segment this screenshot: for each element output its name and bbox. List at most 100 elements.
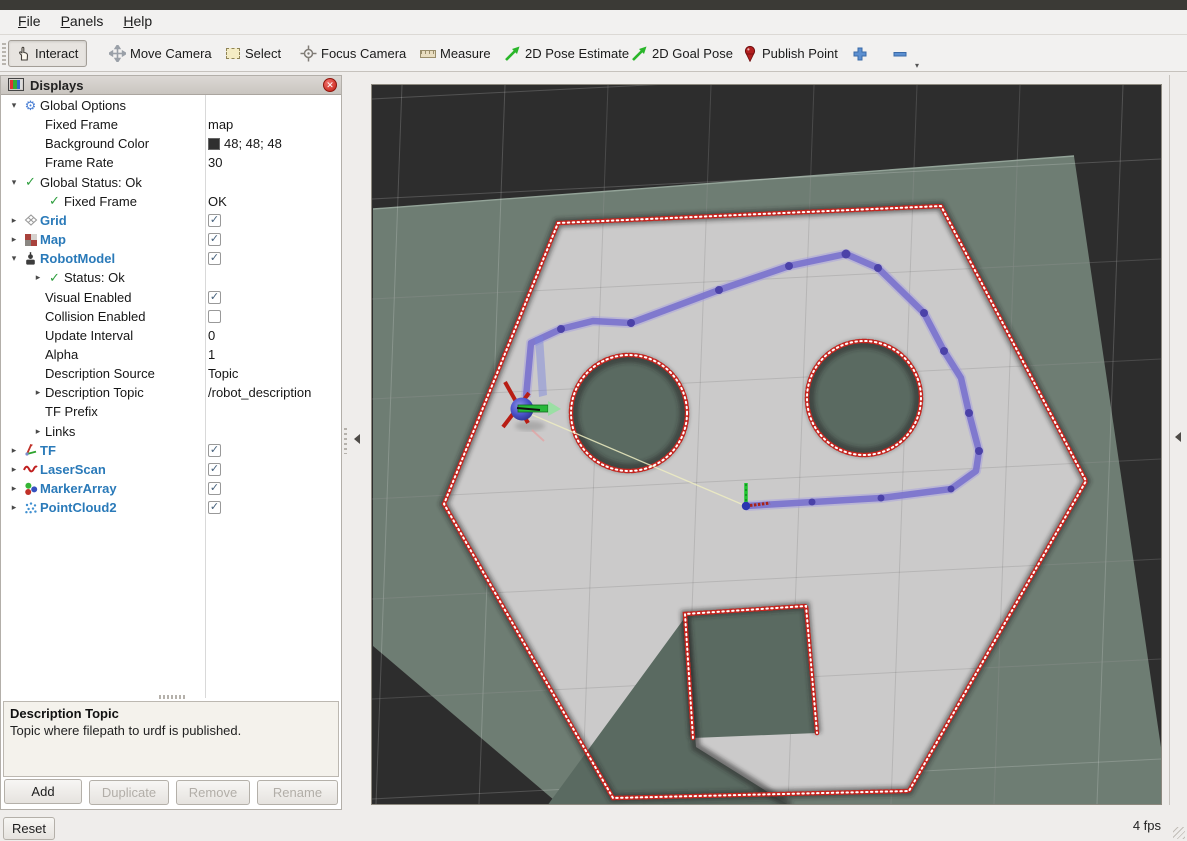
- tool-select[interactable]: Select: [218, 40, 290, 67]
- tree-row-map[interactable]: ▸Map✓: [1, 230, 341, 249]
- tool-goal-pose[interactable]: 2D Goal Pose: [625, 40, 742, 67]
- remove-button[interactable]: Remove: [176, 780, 250, 805]
- tool-interact[interactable]: Interact: [8, 40, 87, 67]
- checkbox-checked[interactable]: ✓: [208, 501, 221, 514]
- tree-row-alpha[interactable]: Alpha1: [1, 345, 341, 364]
- property-value[interactable]: map: [208, 117, 233, 132]
- selection-box-icon: [224, 45, 241, 62]
- pointcloud-icon: [21, 501, 40, 515]
- rename-button[interactable]: Rename: [257, 780, 338, 805]
- tree-row-description-topic[interactable]: ▸Description Topic/robot_description: [1, 383, 341, 402]
- tree-row-fixed-frame[interactable]: ✓Fixed FrameOK: [1, 192, 341, 211]
- tool-measure[interactable]: Measure: [413, 40, 500, 67]
- tool-add-tool[interactable]: [845, 40, 877, 67]
- displays-panel-header[interactable]: Displays: [1, 76, 341, 95]
- reset-button[interactable]: Reset: [3, 817, 55, 840]
- property-value[interactable]: 30: [208, 155, 222, 170]
- property-value[interactable]: /robot_description: [208, 385, 311, 400]
- checkbox-checked[interactable]: ✓: [208, 252, 221, 265]
- checkbox-checked[interactable]: ✓: [208, 444, 221, 457]
- chevron-right-icon[interactable]: ▸: [31, 426, 45, 437]
- laser-icon: [21, 463, 40, 475]
- property-value[interactable]: 1: [208, 347, 215, 362]
- 3d-viewport[interactable]: [371, 84, 1162, 805]
- green-arrow-icon: [504, 45, 521, 62]
- tree-row-frame-rate[interactable]: Frame Rate30: [1, 153, 341, 172]
- checkbox-unchecked[interactable]: [208, 310, 221, 323]
- tool-remove-tool[interactable]: ▾: [885, 40, 917, 67]
- tree-row-collision-enabled[interactable]: Collision Enabled: [1, 307, 341, 326]
- tree-row-global-status-ok[interactable]: ▾✓Global Status: Ok: [1, 173, 341, 192]
- tree-row-global-options[interactable]: ▾⚙Global Options: [1, 96, 341, 115]
- property-value[interactable]: 0: [208, 328, 215, 343]
- tree-column-divider[interactable]: [205, 95, 206, 698]
- chevron-right-icon[interactable]: ▸: [31, 272, 45, 283]
- chevron-down-icon[interactable]: ▾: [7, 253, 21, 264]
- fps-counter: 4 fps: [1133, 818, 1161, 833]
- gear-icon: ⚙: [21, 98, 40, 114]
- tool-label: Publish Point: [762, 46, 838, 61]
- duplicate-button[interactable]: Duplicate: [89, 780, 169, 805]
- chevron-right-icon[interactable]: ▸: [7, 483, 21, 494]
- tool-label: 2D Goal Pose: [652, 46, 733, 61]
- chevron-right-icon[interactable]: ▸: [7, 234, 21, 245]
- close-icon[interactable]: [323, 78, 337, 92]
- color-swatch[interactable]: [208, 138, 220, 150]
- property-help-box: Description Topic Topic where filepath t…: [3, 701, 339, 777]
- toolbar-drag-handle[interactable]: [2, 43, 6, 65]
- chevron-right-icon[interactable]: ▸: [7, 502, 21, 513]
- tree-row-visual-enabled[interactable]: Visual Enabled✓: [1, 288, 341, 307]
- tool-move-camera[interactable]: Move Camera: [103, 40, 221, 67]
- window-resize-grip[interactable]: [1173, 827, 1185, 839]
- chevron-right-icon[interactable]: ▸: [31, 387, 45, 398]
- chevron-right-icon[interactable]: ▸: [7, 464, 21, 475]
- tree-row-grid[interactable]: ▸Grid✓: [1, 211, 341, 230]
- ruler-icon: [419, 45, 436, 62]
- add-button[interactable]: Add: [4, 779, 82, 804]
- tree-row-description-source[interactable]: Description SourceTopic: [1, 364, 341, 383]
- checkbox-checked[interactable]: ✓: [208, 482, 221, 495]
- robot-icon: [21, 252, 40, 266]
- menu-file[interactable]: File: [8, 10, 51, 32]
- tree-row-tf-prefix[interactable]: TF Prefix: [1, 402, 341, 421]
- collapse-left-panel-icon[interactable]: [354, 434, 360, 444]
- tree-row-status-ok[interactable]: ▸✓Status: Ok: [1, 268, 341, 287]
- property-value[interactable]: Topic: [208, 366, 238, 381]
- map-icon: [21, 234, 40, 246]
- property-value[interactable]: OK: [208, 194, 227, 209]
- checkbox-checked[interactable]: ✓: [208, 291, 221, 304]
- checkbox-checked[interactable]: ✓: [208, 233, 221, 246]
- chevron-down-icon[interactable]: ▾: [7, 100, 21, 111]
- tool-label: Select: [245, 46, 281, 61]
- tree-row-laserscan[interactable]: ▸LaserScan✓: [1, 460, 341, 479]
- checkbox-checked[interactable]: ✓: [208, 214, 221, 227]
- property-label: TF: [40, 443, 56, 458]
- property-label: Background Color: [45, 136, 149, 151]
- collapse-right-panel-icon[interactable]: [1175, 432, 1181, 442]
- checkbox-checked[interactable]: ✓: [208, 463, 221, 476]
- tool-focus-camera[interactable]: Focus Camera: [294, 40, 415, 67]
- menu-panels[interactable]: Panels: [51, 10, 114, 32]
- tree-row-update-interval[interactable]: Update Interval0: [1, 326, 341, 345]
- panel-splitter-handle[interactable]: [159, 695, 185, 699]
- property-value[interactable]: 48; 48; 48: [224, 136, 282, 151]
- chevron-right-icon[interactable]: ▸: [7, 215, 21, 226]
- tool-pose-estimate[interactable]: 2D Pose Estimate: [498, 40, 638, 67]
- status-bar: Reset 4 fps: [0, 810, 1187, 841]
- help-text: Topic where filepath to urdf is publishe…: [10, 723, 332, 738]
- check-icon: ✓: [45, 193, 64, 209]
- chevron-right-icon[interactable]: ▸: [7, 445, 21, 456]
- tool-publish-point[interactable]: Publish Point: [735, 40, 847, 67]
- tree-row-markerarray[interactable]: ▸MarkerArray✓: [1, 479, 341, 498]
- tree-row-pointcloud2[interactable]: ▸PointCloud2✓: [1, 498, 341, 517]
- tree-row-fixed-frame[interactable]: Fixed Framemap: [1, 115, 341, 134]
- right-splitter[interactable]: [1169, 75, 1170, 805]
- chevron-down-icon[interactable]: ▾: [7, 177, 21, 188]
- tree-row-tf[interactable]: ▸ TF ✓: [1, 441, 341, 460]
- markers-icon: [21, 482, 40, 496]
- left-splitter-dots[interactable]: [344, 428, 347, 454]
- menu-help[interactable]: Help: [113, 10, 162, 32]
- tree-row-robotmodel[interactable]: ▾RobotModel✓: [1, 249, 341, 268]
- tree-row-links[interactable]: ▸Links: [1, 422, 341, 441]
- tree-row-background-color[interactable]: Background Color 48; 48; 48: [1, 134, 341, 153]
